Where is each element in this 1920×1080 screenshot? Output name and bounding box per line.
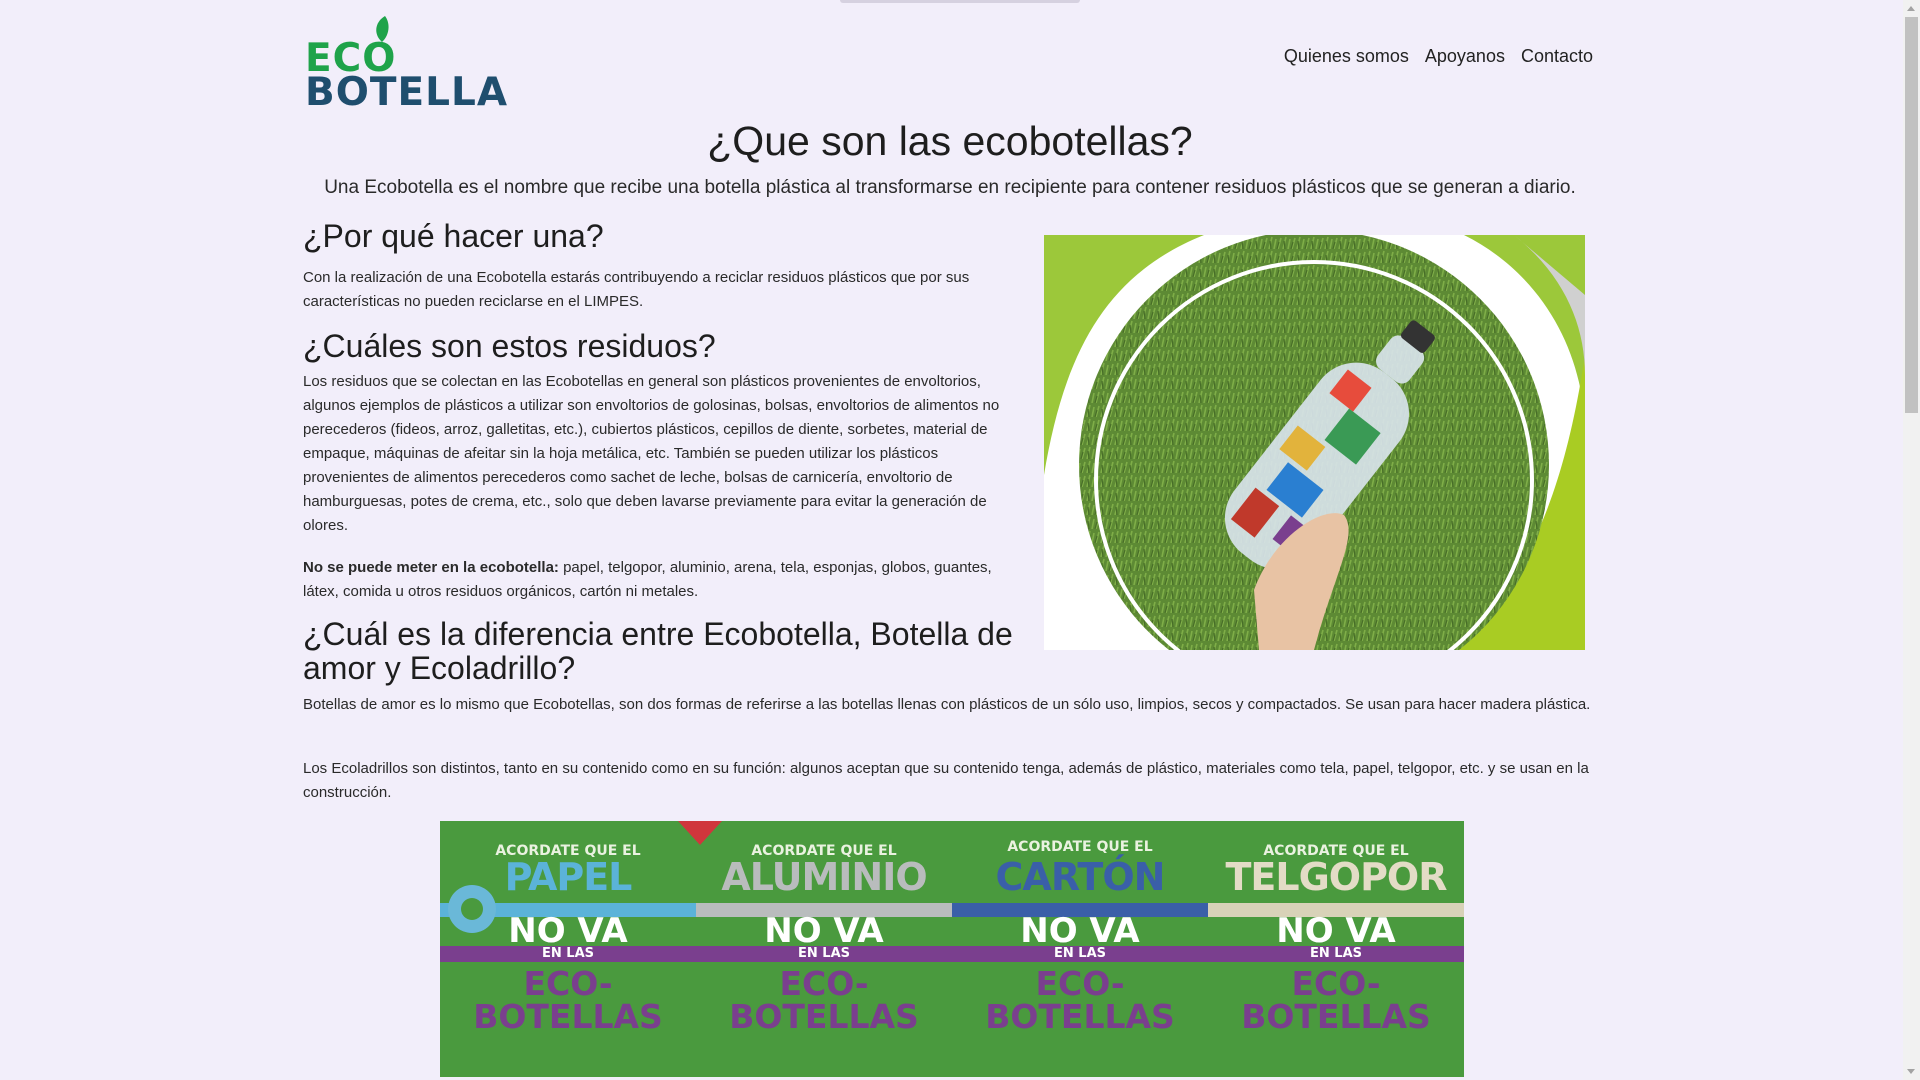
banner-botellas: BOTELLAS [985, 997, 1175, 1036]
ecobotella-illustration [1044, 235, 1585, 650]
banner-ecobotellas: ECO- BOTELLAS [696, 967, 952, 1033]
nav-link-apoyanos[interactable]: Apoyanos [1425, 46, 1505, 67]
nav-link-contacto[interactable]: Contacto [1521, 46, 1593, 67]
banner-material-aluminio: ALUMINIO [721, 855, 927, 899]
heading-diferencia: ¿Cuál es la diferencia entre Ecobotella,… [303, 616, 1013, 686]
banner-ecobotellas: ECO- BOTELLAS [440, 967, 696, 1033]
heading-por-que: ¿Por qué hacer una? [303, 218, 604, 254]
page-scrollbar[interactable] [1903, 0, 1920, 1080]
lead-text: Una Ecobotella es el nombre que recibe u… [324, 177, 1576, 198]
text-por-que: Con la realización de una Ecobotella est… [303, 269, 970, 310]
scroll-down-arrow-icon[interactable] [1907, 1069, 1915, 1074]
banner-ecobotellas: ECO- BOTELLAS [952, 967, 1208, 1033]
banner-material-carton: CARTÓN [995, 855, 1166, 899]
banner-botellas: BOTELLAS [729, 997, 919, 1036]
header: ECO BOTELLA Quienes somos Apoyanos Conta… [303, 12, 1593, 115]
heading-cuales-residuos: ¿Cuáles son estos residuos? [303, 328, 716, 364]
banner-en-las: EN LAS [542, 946, 594, 961]
logo[interactable]: ECO BOTELLA [303, 16, 507, 115]
banner-ecobotellas: ECO- BOTELLAS [1208, 967, 1464, 1033]
banner-botellas: BOTELLAS [473, 997, 663, 1036]
banner-no-va: NO VA [764, 911, 884, 951]
text-no-se-puede: No se puede meter en la ecobotella: pape… [303, 556, 1028, 604]
banner-column-papel: ACORDATE QUE EL PAPEL NO VA EN LAS ECO- B… [440, 821, 696, 1077]
text-botellas-amor: Botellas de amor es lo mismo que Ecobote… [303, 696, 1591, 713]
banner-ring-icon [448, 885, 496, 933]
text-cuales-residuos: Los residuos que se colectan en las Ecob… [303, 373, 1000, 534]
logo-text-botella: BOTELLA [305, 70, 509, 115]
scrollbar-thumb[interactable] [1905, 17, 1918, 413]
top-shadow [840, 0, 1080, 3]
banner-en-las: EN LAS [1310, 946, 1362, 961]
text-ecoladrillos: Los Ecoladrillos son distintos, tanto en… [303, 760, 1589, 801]
banner-botellas: BOTELLAS [1241, 997, 1431, 1036]
banner-no-va: NO VA [1276, 911, 1396, 951]
ecobotella-photo [1044, 235, 1585, 650]
main-nav: Quienes somos Apoyanos Contacto [1284, 46, 1593, 67]
no-va-banner: ACORDATE QUE EL PAPEL NO VA EN LAS ECO- B… [440, 821, 1464, 1077]
banner-en-las: EN LAS [798, 946, 850, 961]
no-se-puede-label: No se puede meter en la ecobotella: [303, 559, 559, 576]
banner-column-carton: ACORDATE QUE EL CARTÓN NO VA EN LAS ECO-… [952, 821, 1208, 1077]
banner-material-telgopor: TELGOPOR [1225, 855, 1447, 899]
banner-en-las: EN LAS [1054, 946, 1106, 961]
nav-link-quienes-somos[interactable]: Quienes somos [1284, 46, 1409, 67]
page: ECO BOTELLA Quienes somos Apoyanos Conta… [0, 0, 1920, 1080]
banner-acordate: ACORDATE QUE EL [1007, 839, 1153, 855]
banner-no-va: NO VA [1020, 911, 1140, 951]
scroll-up-arrow-icon[interactable] [1907, 6, 1915, 11]
page-title: ¿Que son las ecobotellas? [707, 118, 1193, 164]
banner-column-telgopor: ACORDATE QUE EL TELGOPOR NO VA EN LAS EC… [1208, 821, 1464, 1077]
banner-column-aluminio: ACORDATE QUE EL ALUMINIO NO VA EN LAS EC… [696, 821, 952, 1077]
